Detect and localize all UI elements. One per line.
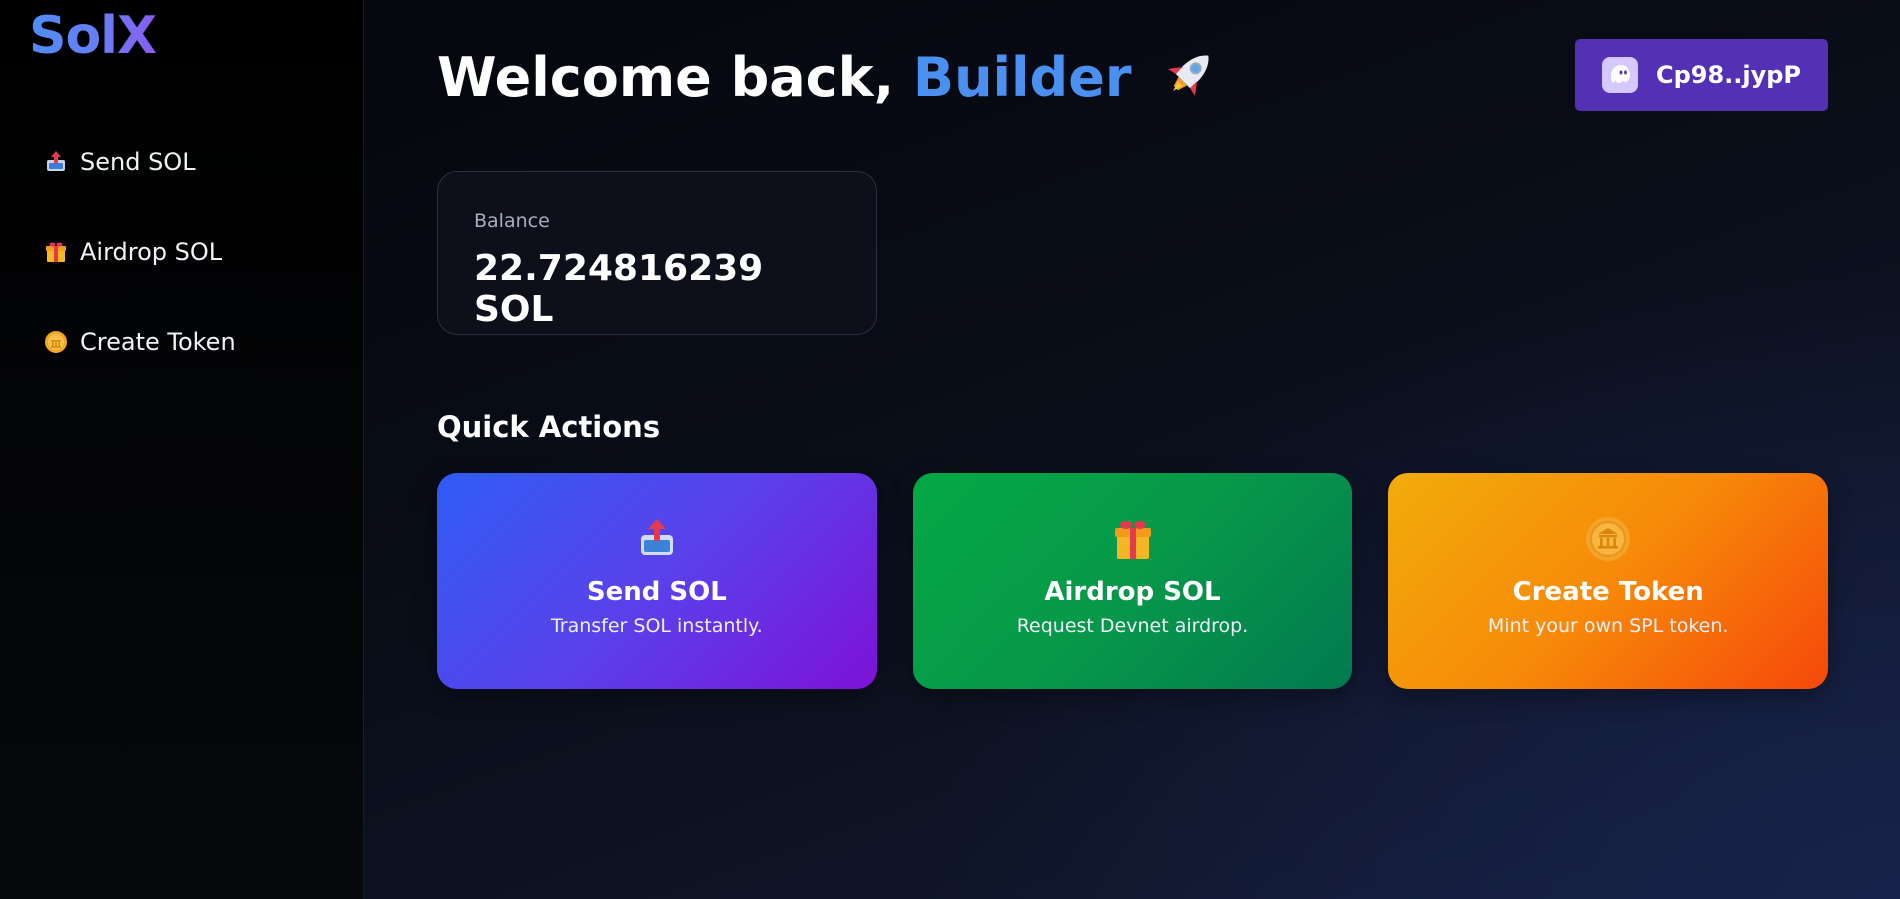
- wallet-connect-button[interactable]: Cp98..jypP: [1575, 39, 1828, 111]
- main-content: Welcome back, Builder Cp98..jypP Balance…: [364, 0, 1900, 899]
- airdrop-sol-card[interactable]: Airdrop SOL Request Devnet airdrop.: [912, 473, 1353, 689]
- balance-card: Balance 22.724816239 SOL: [437, 171, 877, 335]
- sidebar-item-label: Send SOL: [80, 148, 196, 176]
- quick-actions: Send SOL Transfer SOL instantly. Airdrop…: [437, 473, 1829, 689]
- airdrop-sol-desc: Request Devnet airdrop.: [1016, 615, 1249, 637]
- send-sol-desc: Transfer SOL instantly.: [550, 615, 763, 637]
- create-token-desc: Mint your own SPL token.: [1487, 615, 1729, 637]
- sidebar-item-label: Airdrop SOL: [80, 238, 223, 266]
- sidebar-item-create-token[interactable]: Create Token: [44, 320, 236, 364]
- gift-icon: [44, 240, 68, 264]
- phantom-ghost-icon: [1601, 57, 1638, 93]
- create-token-title: Create Token: [1512, 577, 1704, 607]
- app-logo[interactable]: SolX: [29, 6, 157, 66]
- rocket-icon: [1160, 44, 1220, 104]
- sidebar: SolX Send SOL Airdrop SOL Create Token: [0, 0, 364, 899]
- quick-actions-title: Quick Actions: [437, 410, 661, 444]
- page-title: Welcome back, Builder: [437, 44, 1220, 112]
- balance-value: 22.724816239 SOL: [474, 248, 764, 330]
- balance-label: Balance: [474, 210, 550, 232]
- wallet-address: Cp98..jypP: [1655, 61, 1802, 89]
- sidebar-item-send-sol[interactable]: Send SOL: [44, 140, 236, 184]
- coin-icon: [44, 330, 68, 354]
- gift-icon: [1109, 515, 1157, 563]
- sidebar-item-airdrop-sol[interactable]: Airdrop SOL: [44, 230, 236, 274]
- send-sol-card[interactable]: Send SOL Transfer SOL instantly.: [437, 473, 877, 689]
- airdrop-sol-title: Airdrop SOL: [1044, 577, 1221, 607]
- create-token-card[interactable]: Create Token Mint your own SPL token.: [1388, 473, 1829, 689]
- sidebar-item-label: Create Token: [80, 328, 236, 356]
- user-name: Builder: [912, 46, 1132, 109]
- sidebar-nav: Send SOL Airdrop SOL Create Token: [44, 140, 236, 410]
- outbox-tray-icon: [633, 515, 681, 563]
- outbox-tray-icon: [44, 150, 68, 174]
- greeting-text: Welcome back,: [437, 46, 895, 109]
- app-root: SolX Send SOL Airdrop SOL Create Token W…: [0, 0, 1900, 899]
- send-sol-title: Send SOL: [586, 577, 727, 607]
- coin-icon: [1584, 515, 1632, 563]
